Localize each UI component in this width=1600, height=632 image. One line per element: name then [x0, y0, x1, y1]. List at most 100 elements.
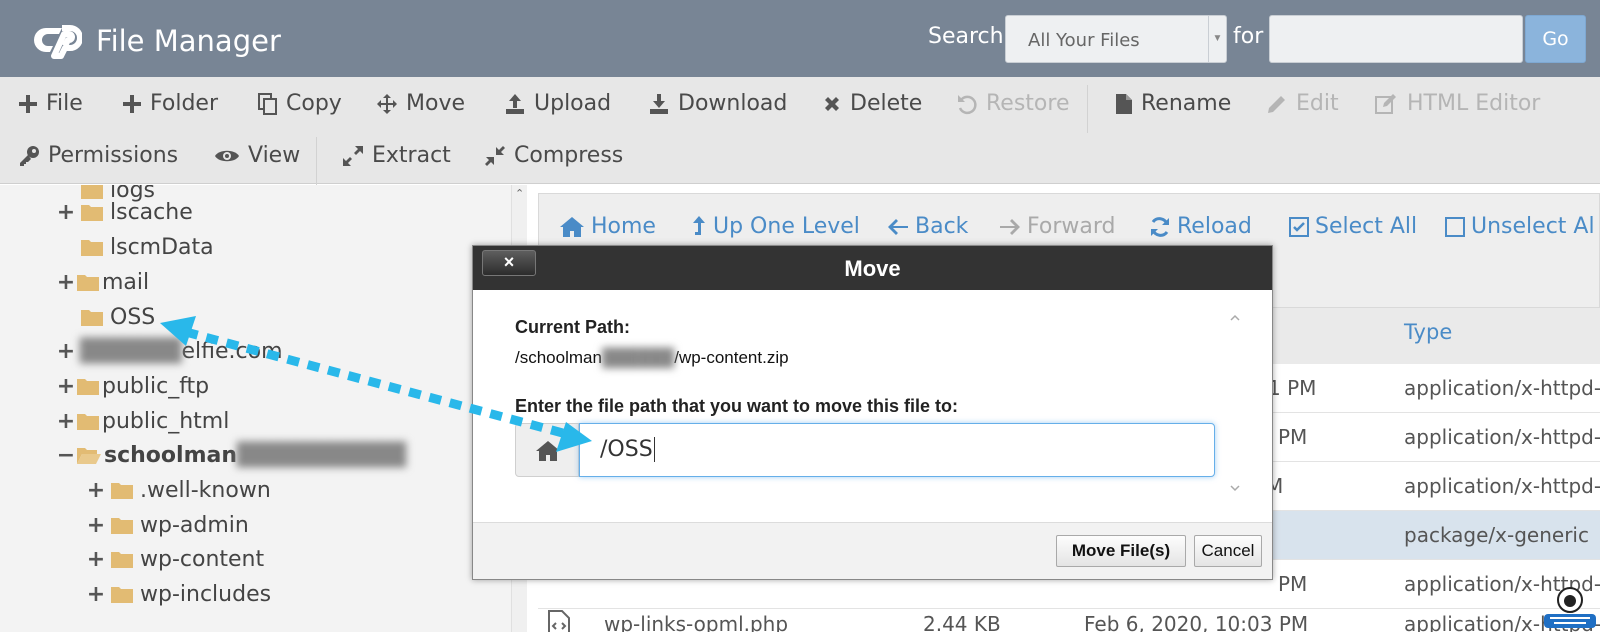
tree-item-label: .well-known	[140, 477, 271, 503]
copy-button[interactable]: Copy	[258, 91, 342, 116]
restore-label: Restore	[986, 91, 1070, 116]
tree-item-public-ftp[interactable]: + public_ftp	[56, 371, 209, 401]
dialog-body: Current Path: /schoolman██████/wp-conten…	[473, 290, 1272, 522]
tree-item-schoolman[interactable]: − schoolman ██████████	[56, 440, 406, 470]
plus-icon[interactable]: +	[56, 270, 76, 295]
tree-item-wp-admin[interactable]: + wp-admin	[86, 510, 249, 540]
sheep-logo-icon	[1544, 587, 1596, 628]
tree-item-label: elfie.com	[181, 338, 283, 364]
move-files-button[interactable]: Move File(s)	[1056, 535, 1186, 567]
tree-item-wp-content[interactable]: + wp-content	[86, 544, 264, 574]
upload-label: Upload	[534, 91, 612, 116]
plus-icon	[123, 94, 141, 113]
folder-icon	[77, 275, 99, 291]
new-folder-label: Folder	[150, 91, 218, 116]
forward-button[interactable]: Forward	[999, 214, 1115, 239]
restore-button[interactable]: Restore	[956, 91, 1069, 116]
download-button[interactable]: Download	[648, 91, 787, 116]
tree-item-label: mail	[102, 269, 150, 295]
redacted-text: ██████	[601, 348, 675, 367]
tree-item-public-html[interactable]: + public_html	[56, 406, 230, 436]
select-all-button[interactable]: Select All	[1289, 214, 1417, 239]
upload-button[interactable]: Upload	[504, 91, 611, 116]
delete-button[interactable]: Delete	[822, 91, 922, 116]
download-label: Download	[678, 91, 788, 116]
compress-icon	[485, 145, 505, 166]
tree-item-mail[interactable]: + mail	[56, 267, 149, 297]
search-input[interactable]	[1269, 15, 1523, 63]
tree-item-wp-includes[interactable]: + wp-includes	[86, 579, 271, 609]
compress-button[interactable]: Compress	[484, 143, 623, 168]
reload-button[interactable]: Reload	[1149, 214, 1252, 239]
folder-tree: logs + lscache lscmData + mail OSS + ███…	[0, 185, 511, 632]
destination-path-label: Enter the file path that you want to mov…	[515, 396, 959, 416]
tree-item-label: OSS	[110, 304, 156, 330]
plus-icon[interactable]: +	[86, 582, 106, 607]
table-row[interactable]: wp-links-opml.php 2.44 KB Feb 6, 2020, 1…	[538, 604, 1600, 632]
refresh-icon	[1151, 216, 1169, 237]
tree-item-label: public_html	[102, 408, 230, 434]
plus-icon[interactable]: +	[56, 200, 76, 225]
extract-button[interactable]: Extract	[342, 143, 451, 168]
checkbox-checked-icon	[1289, 216, 1309, 237]
view-button[interactable]: View	[214, 143, 300, 168]
move-arrows-icon	[377, 93, 397, 114]
move-button[interactable]: Move	[376, 91, 465, 116]
folder-icon	[81, 310, 103, 326]
delete-label: Delete	[850, 91, 923, 116]
tree-item-lscmdata[interactable]: lscmData	[56, 232, 214, 262]
plus-icon[interactable]: +	[56, 339, 76, 364]
plus-icon[interactable]: +	[56, 374, 76, 399]
plus-icon[interactable]: +	[86, 513, 106, 538]
rename-button[interactable]: Rename	[1115, 91, 1231, 116]
plus-icon[interactable]: +	[56, 409, 76, 434]
search-label: Search	[928, 24, 1004, 49]
permissions-button[interactable]: Permissions	[18, 143, 178, 168]
dialog-scrollbar[interactable]	[1227, 310, 1243, 500]
upload-icon	[506, 93, 524, 114]
key-icon	[20, 145, 39, 166]
tree-item-well-known[interactable]: + .well-known	[86, 475, 271, 505]
file-modified: Feb 6, 2020, 10:03 PM	[1084, 612, 1309, 632]
destination-path-value: /OSS	[600, 437, 653, 462]
reload-label: Reload	[1177, 214, 1252, 239]
file-type: package/x-generic	[1404, 523, 1589, 547]
php-file-icon	[548, 610, 570, 632]
destination-path-input[interactable]: /OSS	[579, 423, 1215, 477]
chevron-up-icon[interactable]: ⌃	[515, 187, 524, 200]
move-dialog: × Move Current Path: /schoolman██████/wp…	[472, 245, 1273, 580]
tree-item-label: wp-content	[140, 546, 265, 572]
type-column-header[interactable]: Type	[1404, 320, 1452, 344]
dialog-footer: Move File(s) Cancel	[473, 522, 1272, 579]
unselect-all-button[interactable]: Unselect Al	[1445, 214, 1595, 239]
plus-icon[interactable]: +	[86, 478, 106, 503]
move-label: Move	[406, 91, 465, 116]
search-scope-select[interactable]: All Your Files ▼	[1005, 15, 1227, 63]
for-label: for	[1233, 24, 1264, 49]
home-icon	[560, 216, 584, 237]
file-icon	[1116, 93, 1132, 114]
forward-label: Forward	[1027, 214, 1116, 239]
html-editor-button[interactable]: HTML Editor	[1375, 91, 1540, 116]
dialog-titlebar: × Move	[473, 246, 1272, 290]
new-file-button[interactable]: File	[18, 91, 83, 116]
plus-icon[interactable]: +	[86, 547, 106, 572]
back-button[interactable]: Back	[887, 214, 968, 239]
go-button[interactable]: Go	[1525, 15, 1586, 63]
current-path-label: Current Path:	[515, 317, 631, 337]
plus-icon	[19, 94, 37, 113]
current-path-value: /schoolman██████/wp-content.zip	[515, 348, 789, 368]
arrow-left-icon	[888, 218, 908, 235]
tree-item-elfie[interactable]: + ██████ elfie.com	[56, 336, 283, 366]
new-file-label: File	[46, 91, 83, 116]
edit-button[interactable]: Edit	[1266, 91, 1339, 116]
folder-icon	[111, 587, 133, 603]
new-folder-button[interactable]: Folder	[122, 91, 218, 116]
minus-icon[interactable]: −	[56, 443, 76, 468]
tree-item-oss[interactable]: OSS	[56, 302, 155, 332]
tree-item-lscache[interactable]: + lscache	[56, 197, 193, 227]
cancel-button[interactable]: Cancel	[1194, 535, 1262, 567]
home-button[interactable]: Home	[559, 214, 656, 239]
folder-open-icon	[77, 448, 101, 464]
up-one-level-button[interactable]: Up One Level	[691, 214, 860, 239]
